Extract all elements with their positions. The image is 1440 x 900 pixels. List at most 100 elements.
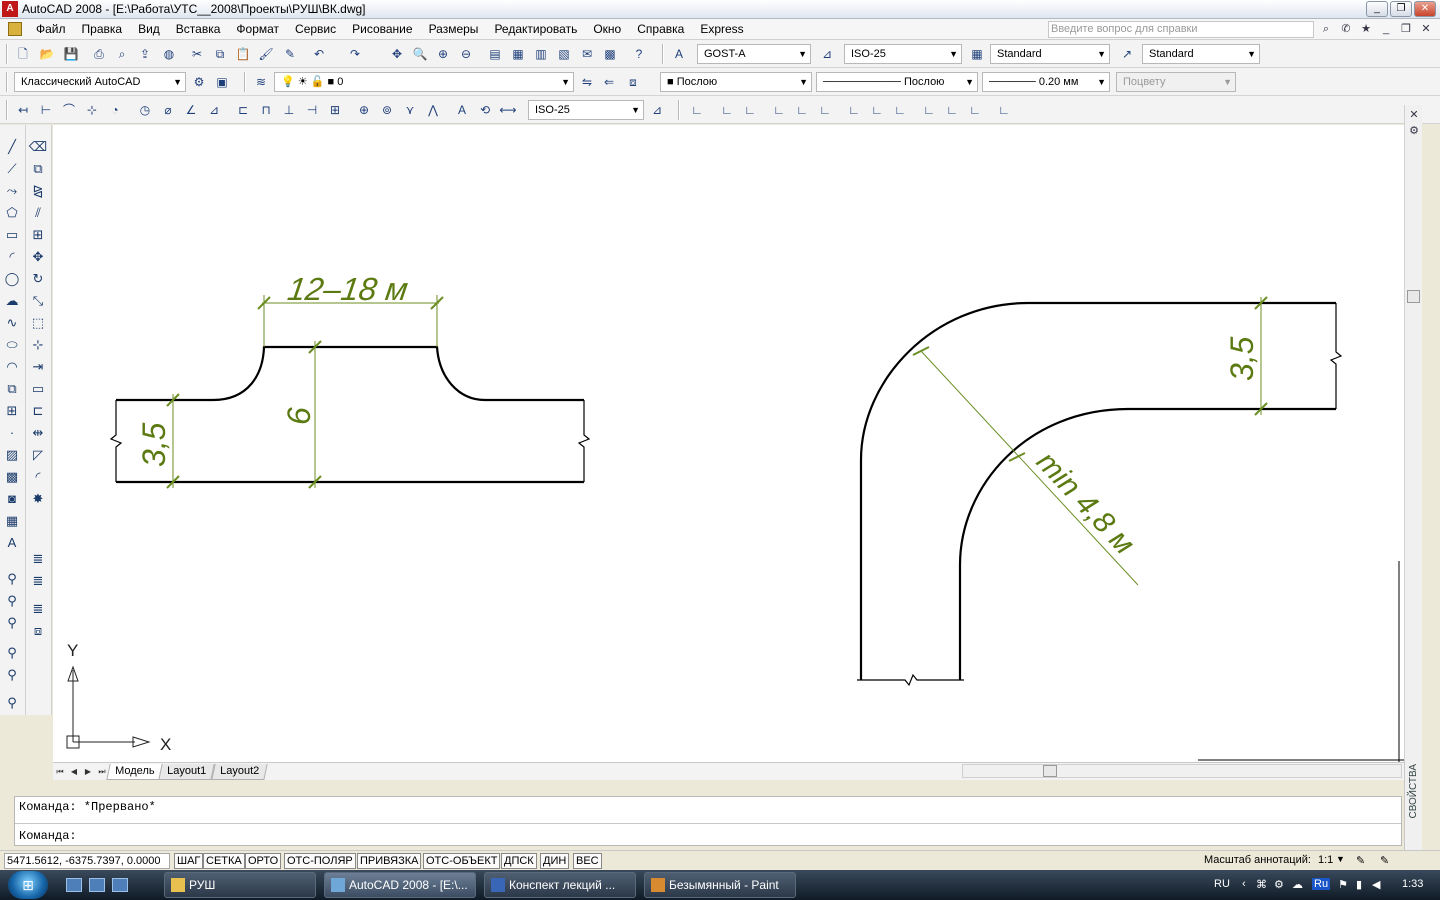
tab-layout2[interactable]: Layout2 xyxy=(210,763,268,780)
dim-text-edit-icon[interactable]: A xyxy=(453,102,471,119)
dim-baseline-icon[interactable]: ⊏ xyxy=(234,102,252,119)
fillet-icon[interactable]: ◜ xyxy=(28,467,48,487)
offset-icon[interactable]: ⫽ xyxy=(28,203,48,223)
start-button[interactable]: ⊞ xyxy=(8,871,48,899)
print-icon[interactable]: ⎙ xyxy=(90,46,108,63)
color-select[interactable]: ■ Послою ▼ xyxy=(660,72,812,92)
menu-express[interactable]: Express xyxy=(692,22,751,36)
dim-edit-icon[interactable]: ⋀ xyxy=(424,102,442,119)
language-indicator[interactable]: RU xyxy=(1214,878,1230,890)
switch-windows-icon[interactable] xyxy=(89,878,105,892)
dyn-toggle[interactable]: ДИН xyxy=(540,853,570,869)
workspace-settings-icon[interactable]: ⚙ xyxy=(190,74,208,91)
task-word[interactable]: Конспект лекций ... xyxy=(484,872,636,898)
grid-toggle[interactable]: СЕТКА xyxy=(203,853,245,869)
quick-dim-icon[interactable]: ⊿ xyxy=(205,102,223,119)
draworder-front-icon[interactable]: ≣ xyxy=(28,571,48,591)
command-prompt[interactable]: Команда: xyxy=(19,829,77,843)
dim-override-icon[interactable]: ⟷ xyxy=(499,102,517,119)
drawing-canvas[interactable]: 12–18 м 3,5 6 3,5 min 4,8 м Y X xyxy=(53,125,1404,762)
annotation-scale-dropdown-icon[interactable]: ▼ xyxy=(1336,854,1345,864)
workspace-save-icon[interactable]: ▣ xyxy=(213,74,231,91)
horizontal-scroll-thumb[interactable] xyxy=(1043,765,1057,777)
copy-object-icon[interactable]: ⧉ xyxy=(28,159,48,179)
snap-toggle[interactable]: ШАГ xyxy=(174,853,204,869)
ucs-zaxis-icon[interactable]: ∟ xyxy=(868,102,886,119)
ucs-icon[interactable]: ∟ xyxy=(688,102,706,119)
tab-layout1[interactable]: Layout1 xyxy=(158,763,216,780)
table-icon[interactable]: ▦ xyxy=(2,511,22,531)
pan-icon[interactable]: ✥ xyxy=(388,46,406,63)
vertical-scrollbar[interactable]: ✕ ⚙ xyxy=(1404,105,1422,765)
dim-ordinate-icon[interactable]: ⊹ xyxy=(83,102,101,119)
line-icon[interactable]: ╱ xyxy=(2,137,22,157)
annotation-visibility-icon[interactable]: ✎ xyxy=(1356,854,1365,867)
zoom-realtime-icon[interactable]: 🔍 xyxy=(411,46,429,63)
command-window[interactable]: Команда: *Прервано* Команда: xyxy=(14,796,1402,846)
ucs-world-icon[interactable]: ∟ xyxy=(718,102,736,119)
dim-style-select[interactable]: ISO-25 ▼ xyxy=(844,44,962,64)
construction-line-icon[interactable]: ⟋ xyxy=(2,159,22,179)
doc-close-icon[interactable]: ✕ xyxy=(1418,21,1434,37)
block-editor-icon[interactable]: ✎ xyxy=(281,46,299,63)
menu-view[interactable]: Вид xyxy=(130,22,168,36)
dim-break-icon[interactable]: ⊣ xyxy=(303,102,321,119)
autocad-logo-icon[interactable]: A xyxy=(2,1,18,17)
jogged-linear-icon[interactable]: ⋎ xyxy=(401,102,419,119)
ucs-object-icon[interactable]: ∟ xyxy=(793,102,811,119)
minimize-button[interactable]: _ xyxy=(1366,1,1388,17)
restore-button[interactable]: ❐ xyxy=(1390,1,1412,17)
layer-states-icon[interactable]: ⧈ xyxy=(624,74,642,91)
coordinates-readout[interactable]: 5471.5612, -6375.7397, 0.0000 xyxy=(4,853,170,869)
open-file-icon[interactable]: 📂 xyxy=(38,46,56,63)
panel-close-icon[interactable]: ✕ xyxy=(1406,107,1422,123)
dim-continue-icon[interactable]: ⊓ xyxy=(257,102,275,119)
doc-restore-icon[interactable]: ❐ xyxy=(1398,21,1414,37)
table-style-icon[interactable]: ▦ xyxy=(968,46,986,63)
show-desktop-icon[interactable] xyxy=(66,878,82,892)
trim-icon[interactable]: ⊹ xyxy=(28,335,48,355)
tab-model[interactable]: Модель xyxy=(106,763,164,780)
scale-icon[interactable]: ⤡ xyxy=(28,291,48,311)
inquiry-area-icon[interactable]: ⚲ xyxy=(2,591,22,611)
ucs-origin-icon[interactable]: ∟ xyxy=(845,102,863,119)
dim-style-icon[interactable]: ⊿ xyxy=(818,46,836,63)
insert-block-icon[interactable]: ⧉ xyxy=(2,379,22,399)
text-style-select[interactable]: GOST-A ▼ xyxy=(697,44,811,64)
explode-icon[interactable]: ✸ xyxy=(28,489,48,509)
join-icon[interactable]: ⇹ xyxy=(28,423,48,443)
inquiry-mass-icon[interactable]: ⚲ xyxy=(2,693,22,713)
linetype-select[interactable]: ────────── Послою ▼ xyxy=(816,72,978,92)
match-properties-icon[interactable]: 🖌 xyxy=(257,46,275,63)
tray-expand-icon[interactable]: ‹ xyxy=(1242,878,1246,890)
rectangle-icon[interactable]: ▭ xyxy=(2,225,22,245)
ucs-face-icon[interactable]: ∟ xyxy=(770,102,788,119)
lineweight-select[interactable]: ────── 0.20 мм ▼ xyxy=(982,72,1110,92)
rotate-icon[interactable]: ↻ xyxy=(28,269,48,289)
multileader-style-select[interactable]: Standard ▼ xyxy=(1142,44,1260,64)
dim-jogged-icon[interactable]: ◷ xyxy=(136,102,154,119)
zoom-window-icon[interactable]: ⊕ xyxy=(434,46,452,63)
multiline-text-icon[interactable]: A xyxy=(2,533,22,553)
draworder-icon[interactable]: ≣ xyxy=(28,549,48,569)
move-icon[interactable]: ✥ xyxy=(28,247,48,267)
menu-window[interactable]: Окно xyxy=(585,22,629,36)
otrack-toggle[interactable]: ОТС-ОБЪЕКТ xyxy=(423,853,501,869)
circle-icon[interactable]: ◯ xyxy=(2,269,22,289)
panel-settings-icon[interactable]: ⚙ xyxy=(1406,123,1422,139)
inspection-icon[interactable]: ⊚ xyxy=(378,102,396,119)
tray-cloud-icon[interactable]: ☁ xyxy=(1292,878,1303,891)
dim-radius-icon[interactable]: ◔ xyxy=(106,102,124,119)
tray-battery-icon[interactable]: ▮ xyxy=(1356,878,1362,891)
multileader-style-icon[interactable]: ↗ xyxy=(1118,46,1136,63)
menu-modify[interactable]: Редактировать xyxy=(486,22,585,36)
ucs-y-icon[interactable]: ∟ xyxy=(943,102,961,119)
annotation-autoscale-icon[interactable]: ✎ xyxy=(1380,854,1389,867)
cut-icon[interactable]: ✂ xyxy=(188,46,206,63)
text-front-icon[interactable]: ≣ xyxy=(28,599,48,619)
annotation-scale-value[interactable]: 1:1 xyxy=(1318,854,1333,866)
task-autocad[interactable]: AutoCAD 2008 - [E:\... xyxy=(324,872,476,898)
3d-dwf-icon[interactable]: ◍ xyxy=(160,46,178,63)
make-current-layer-icon[interactable]: ⇋ xyxy=(578,74,596,91)
spline-icon[interactable]: ∿ xyxy=(2,313,22,333)
